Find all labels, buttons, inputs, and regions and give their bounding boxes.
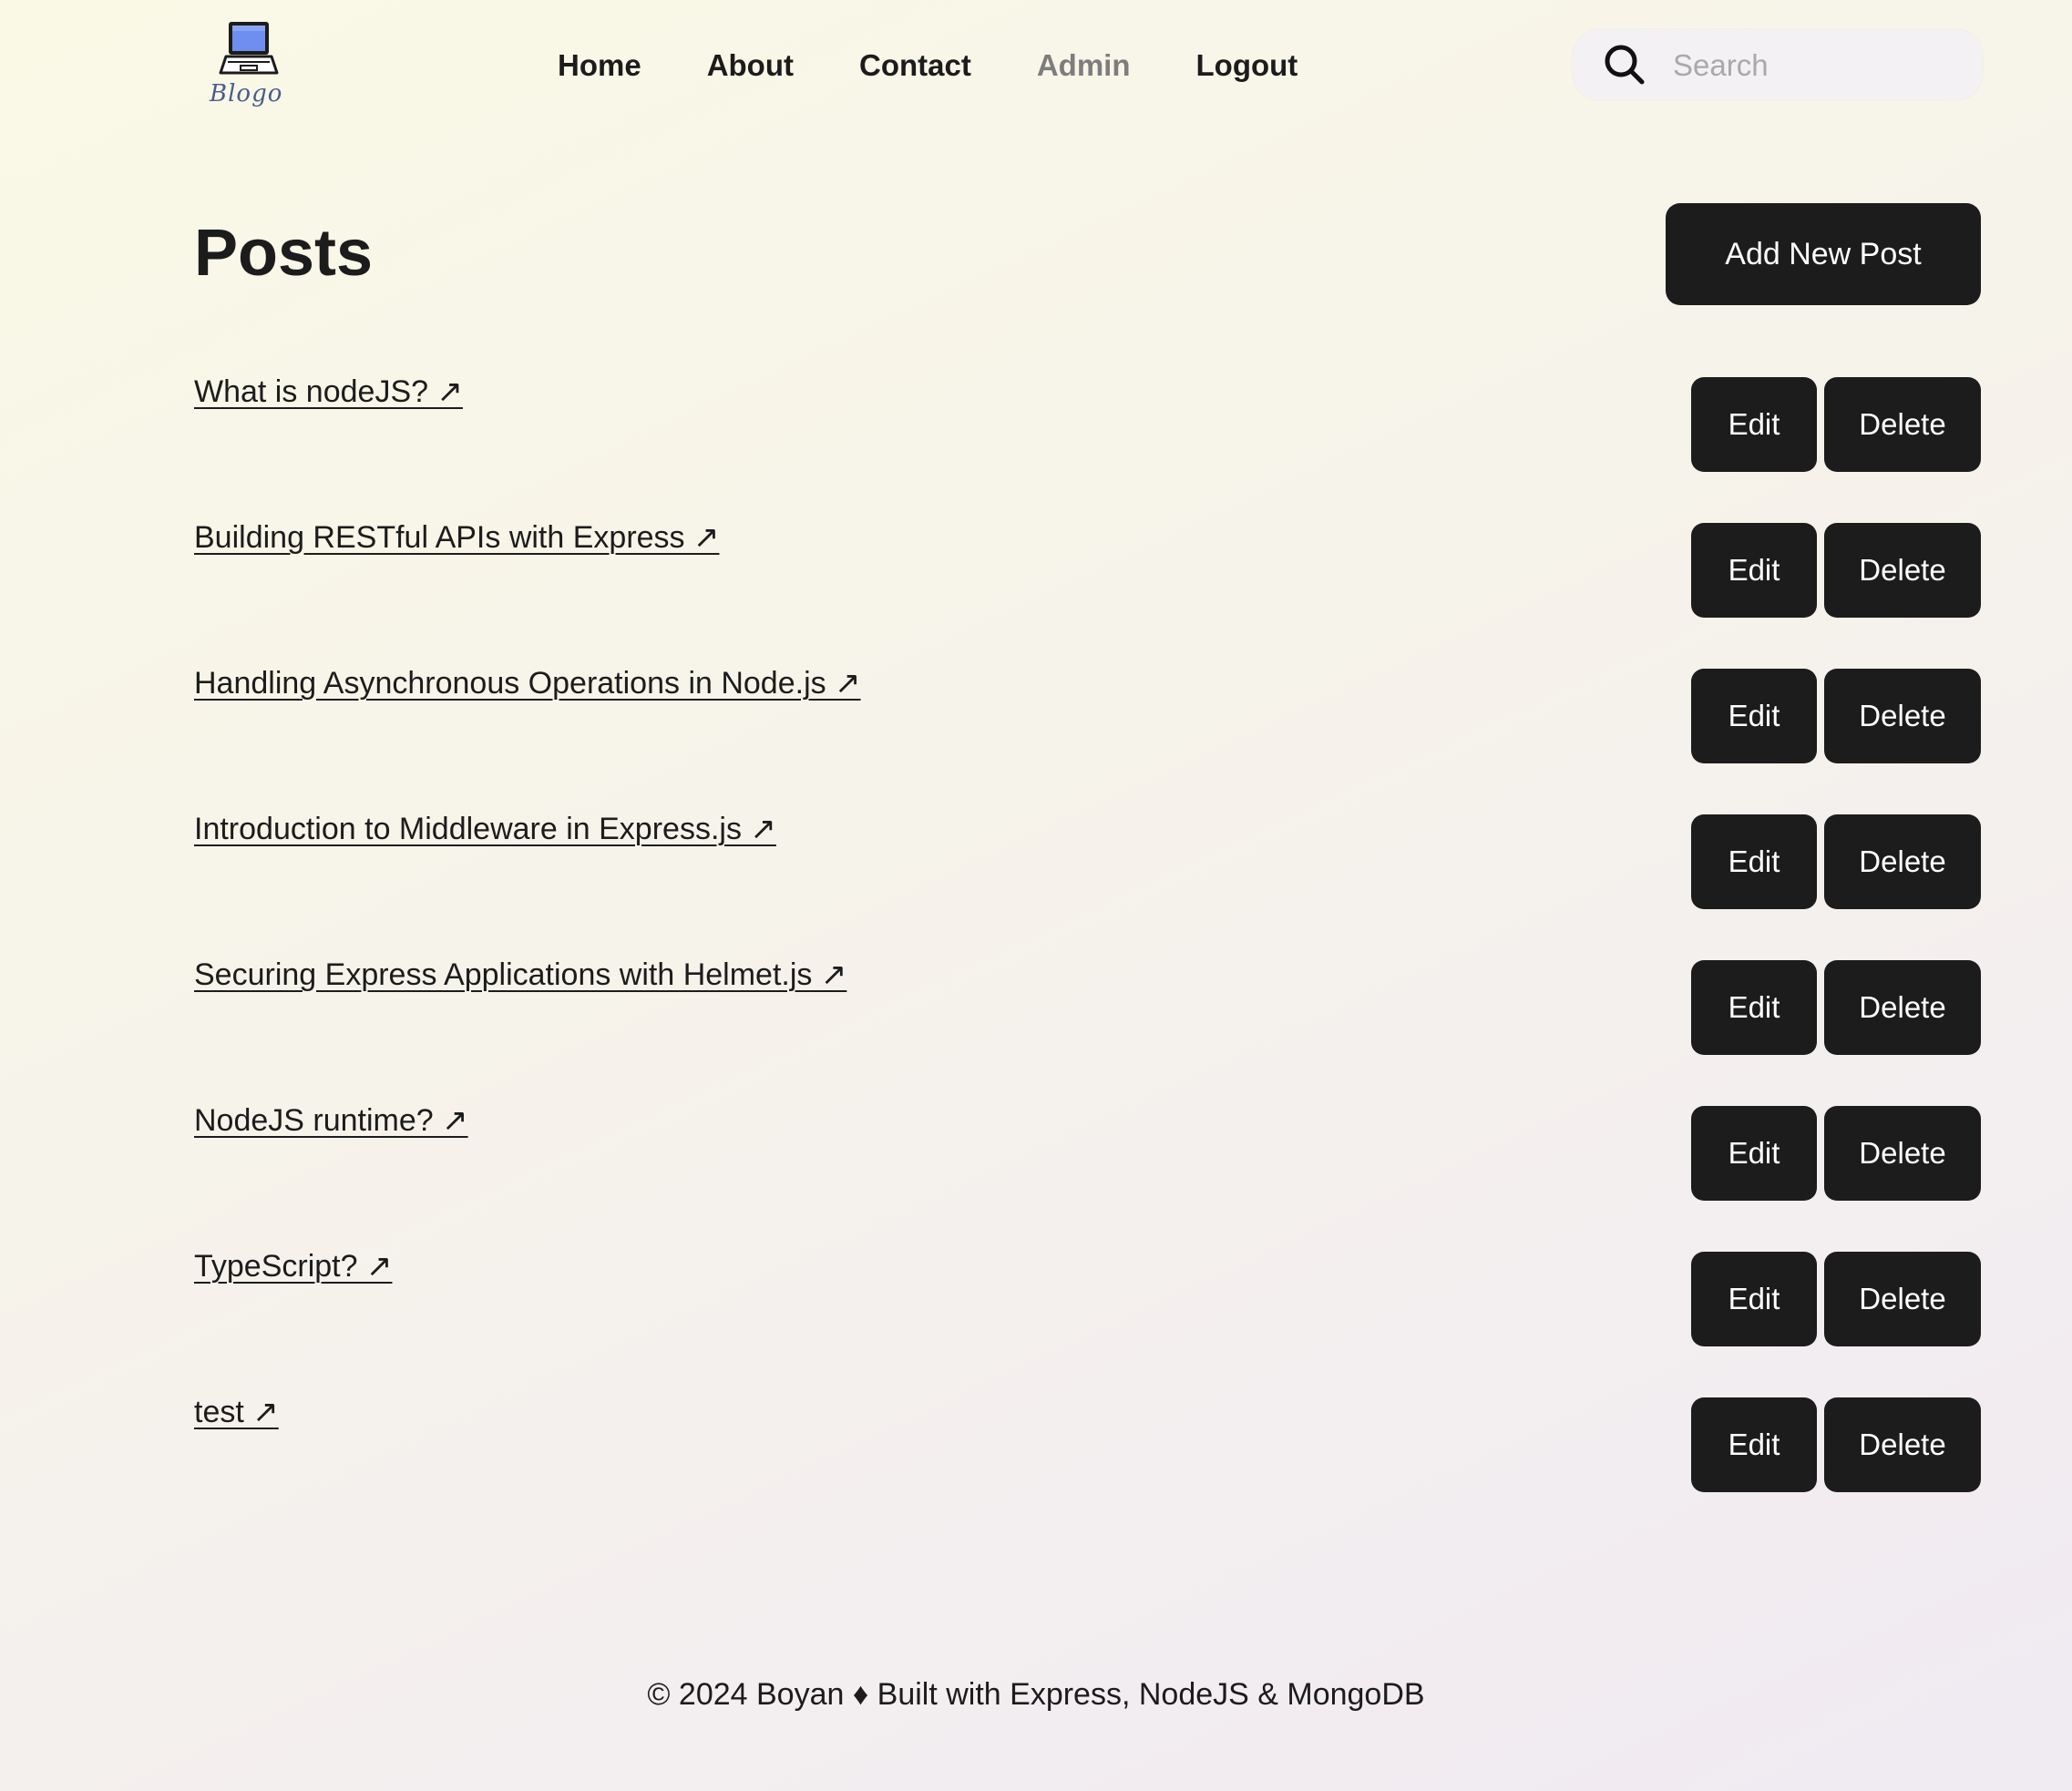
post-actions: Edit Delete — [1691, 1252, 1981, 1346]
laptop-icon — [219, 22, 279, 75]
nav-contact[interactable]: Contact — [859, 40, 971, 91]
edit-button[interactable]: Edit — [1691, 1106, 1817, 1201]
search-bar — [1573, 29, 1983, 100]
post-row: NodeJS runtime? ↗ Edit Delete — [194, 1100, 1981, 1246]
post-title-link[interactable]: NodeJS runtime? ↗ — [194, 1100, 468, 1141]
edit-button[interactable]: Edit — [1691, 523, 1817, 618]
post-row: test ↗ Edit Delete — [194, 1392, 1981, 1538]
post-actions: Edit Delete — [1691, 377, 1981, 472]
post-title-link[interactable]: test ↗ — [194, 1392, 279, 1432]
post-row: Securing Express Applications with Helme… — [194, 955, 1981, 1100]
site-footer: © 2024 Boyan ♦ Built with Express, NodeJ… — [0, 1669, 2072, 1720]
logo-text: Blogo — [210, 80, 283, 107]
delete-button[interactable]: Delete — [1824, 1252, 1981, 1346]
edit-button[interactable]: Edit — [1691, 377, 1817, 472]
edit-button[interactable]: Edit — [1691, 669, 1817, 763]
post-title-link[interactable]: Building RESTful APIs with Express ↗ — [194, 517, 720, 558]
post-actions: Edit Delete — [1691, 814, 1981, 909]
post-row: What is nodeJS? ↗ Edit Delete — [194, 372, 1981, 517]
post-title-link[interactable]: TypeScript? ↗ — [194, 1246, 392, 1286]
post-row: Building RESTful APIs with Express ↗ Edi… — [194, 517, 1981, 663]
delete-button[interactable]: Delete — [1824, 814, 1981, 909]
post-actions: Edit Delete — [1691, 1397, 1981, 1492]
delete-button[interactable]: Delete — [1824, 669, 1981, 763]
footer-text: © 2024 Boyan ♦ Built with Express, NodeJ… — [647, 1677, 1425, 1712]
page-title: Posts — [194, 217, 374, 290]
post-list: What is nodeJS? ↗ Edit Delete Building R… — [194, 372, 1981, 1538]
delete-button[interactable]: Delete — [1824, 523, 1981, 618]
post-title-link[interactable]: What is nodeJS? ↗ — [194, 372, 463, 412]
post-title-link[interactable]: Introduction to Middleware in Express.js… — [194, 809, 776, 849]
post-actions: Edit Delete — [1691, 960, 1981, 1055]
edit-button[interactable]: Edit — [1691, 1397, 1817, 1492]
add-new-post-button[interactable]: Add New Post — [1666, 203, 1981, 305]
main-nav: Home About Contact Admin Logout — [558, 40, 1363, 91]
edit-button[interactable]: Edit — [1691, 1252, 1817, 1346]
logo-link[interactable]: Blogo — [206, 16, 297, 117]
edit-button[interactable]: Edit — [1691, 960, 1817, 1055]
post-row: Handling Asynchronous Operations in Node… — [194, 663, 1981, 809]
search-input[interactable] — [1671, 42, 1966, 89]
edit-button[interactable]: Edit — [1691, 814, 1817, 909]
post-actions: Edit Delete — [1691, 1106, 1981, 1201]
delete-button[interactable]: Delete — [1824, 1397, 1981, 1492]
post-actions: Edit Delete — [1691, 523, 1981, 618]
nav-home[interactable]: Home — [558, 40, 641, 91]
delete-button[interactable]: Delete — [1824, 1106, 1981, 1201]
post-title-link[interactable]: Handling Asynchronous Operations in Node… — [194, 663, 861, 703]
nav-about[interactable]: About — [707, 40, 794, 91]
delete-button[interactable]: Delete — [1824, 960, 1981, 1055]
post-actions: Edit Delete — [1691, 669, 1981, 763]
site-header: Blogo Home About Contact Admin Logout — [0, 0, 2072, 137]
post-row: TypeScript? ↗ Edit Delete — [194, 1246, 1981, 1392]
post-row: Introduction to Middleware in Express.js… — [194, 809, 1981, 955]
nav-admin[interactable]: Admin — [1037, 40, 1131, 91]
delete-button[interactable]: Delete — [1824, 377, 1981, 472]
post-title-link[interactable]: Securing Express Applications with Helme… — [194, 955, 846, 995]
nav-logout[interactable]: Logout — [1196, 40, 1298, 91]
search-icon[interactable] — [1602, 42, 1647, 87]
